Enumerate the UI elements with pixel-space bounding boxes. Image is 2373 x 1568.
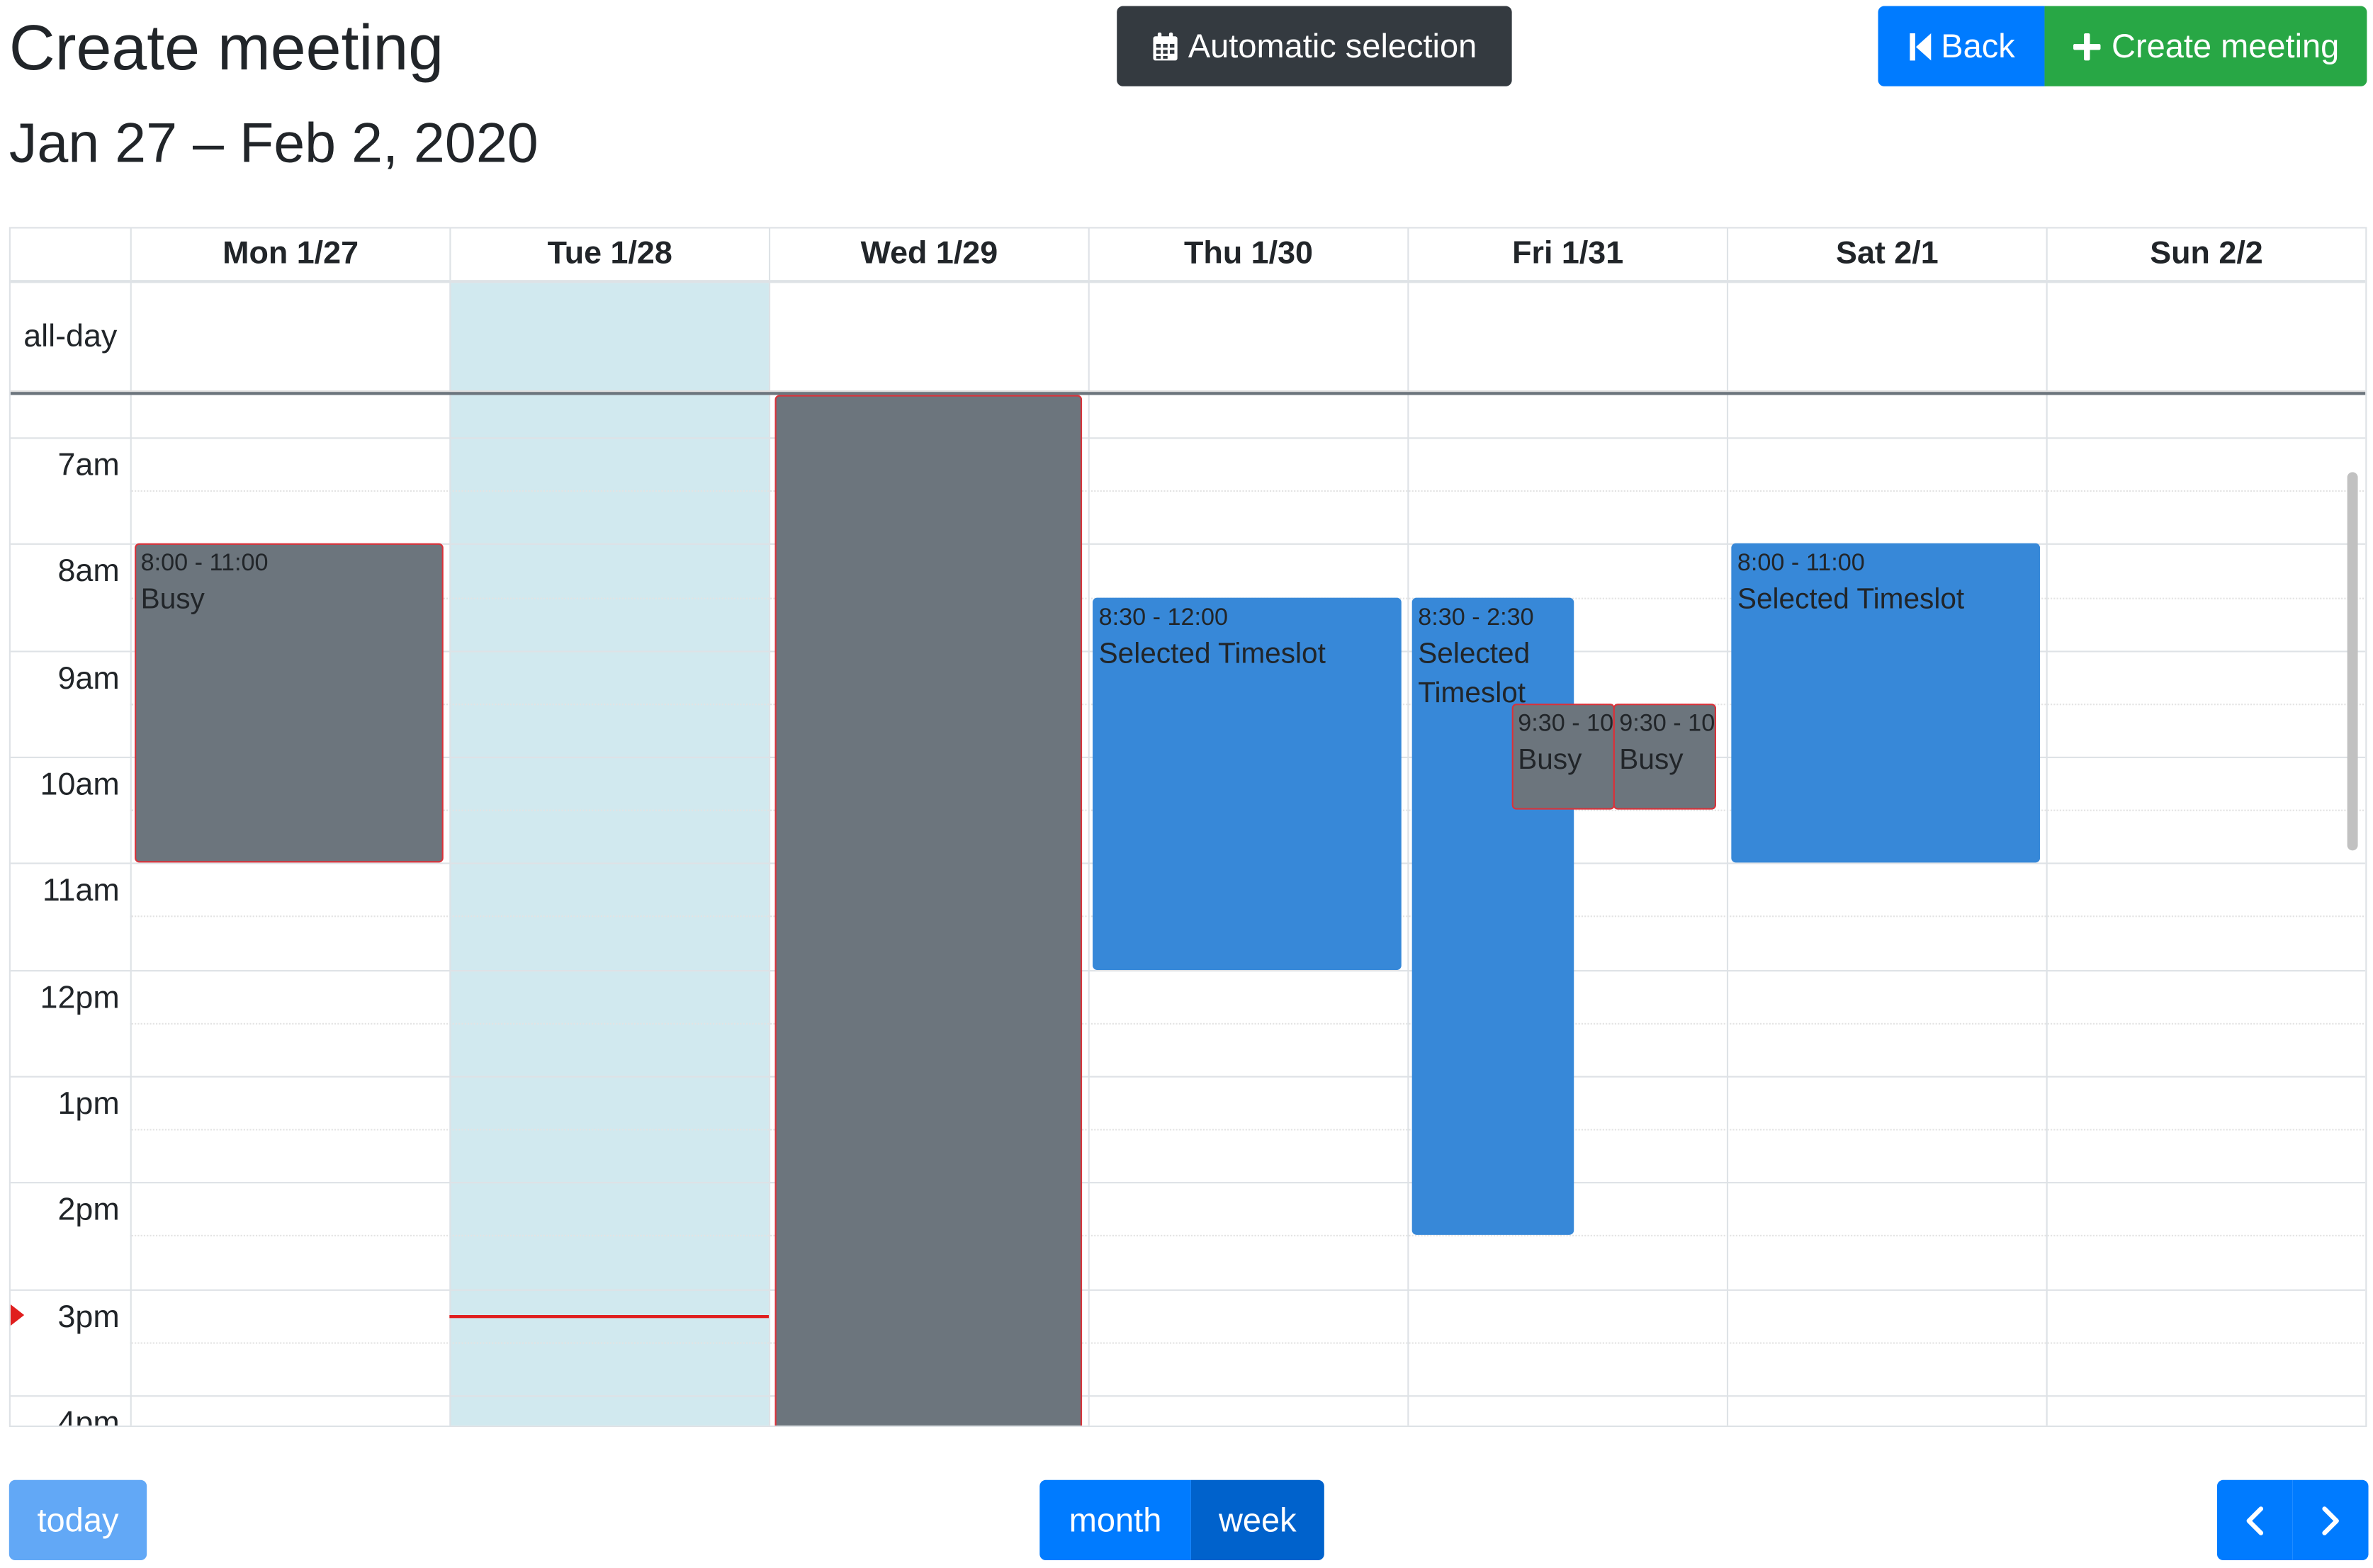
time-label: 9am <box>57 660 120 696</box>
page-title: Create meeting <box>9 12 444 84</box>
event-title: Selected Timeslot <box>1418 638 1531 709</box>
time-label: 11am <box>42 874 120 909</box>
time-label: 4pm <box>57 1405 120 1428</box>
day-column-line <box>1407 395 1409 1426</box>
hour-line <box>10 969 2366 971</box>
step-backward-icon <box>1907 31 1932 62</box>
prev-week-button[interactable] <box>2216 1479 2293 1561</box>
month-view-button[interactable]: month <box>1039 1479 1191 1561</box>
week-calendar: Mon 1/27 Tue 1/28 Wed 1/29 Thu 1/30 Fri 1/31… <box>9 227 2367 1428</box>
allday-cell[interactable] <box>1726 283 2046 391</box>
event-title: Busy <box>1619 744 1684 777</box>
busy-event[interactable] <box>774 395 1083 1426</box>
day-column-line <box>768 395 771 1426</box>
half-hour-line <box>130 490 2366 492</box>
day-header: Sun 2/2 <box>2046 228 2366 281</box>
time-label: 2pm <box>57 1192 120 1228</box>
busy-event[interactable]: 9:30 - 10 Busy <box>1613 703 1716 810</box>
half-hour-line <box>130 1129 2366 1131</box>
event-title: Busy <box>1518 744 1582 777</box>
day-column-line <box>1088 395 1090 1426</box>
day-header: Fri 1/31 <box>1407 228 1727 281</box>
hour-line <box>10 437 2366 439</box>
today-column <box>449 395 769 1426</box>
selected-timeslot-event[interactable]: 8:30 - 12:00 Selected Timeslot <box>1093 597 1402 970</box>
allday-cell[interactable] <box>130 283 450 391</box>
allday-cell[interactable] <box>449 283 769 391</box>
now-indicator-line <box>449 1315 769 1319</box>
time-label: 10am <box>40 767 120 803</box>
chevron-right-icon <box>2320 1505 2341 1535</box>
chevron-left-icon <box>2244 1505 2265 1535</box>
week-view-button[interactable]: week <box>1190 1479 1324 1561</box>
event-title: Busy <box>140 585 205 617</box>
back-label: Back <box>1941 26 2015 64</box>
calendar-icon <box>1152 31 1179 62</box>
create-meeting-button[interactable]: Create meeting <box>2044 6 2367 86</box>
day-column-line <box>2046 395 2048 1426</box>
allday-cell[interactable] <box>1407 283 1727 391</box>
hour-line <box>10 1182 2366 1184</box>
back-button[interactable]: Back <box>1878 6 2045 86</box>
time-label: 1pm <box>57 1086 120 1122</box>
event-time: 8:30 - 2:30 <box>1418 604 1534 631</box>
event-time: 9:30 - 10 <box>1518 711 1614 737</box>
today-button[interactable]: today <box>9 1479 147 1561</box>
allday-cell[interactable] <box>768 283 1088 391</box>
allday-label: all-day <box>23 319 118 354</box>
day-header: Mon 1/27 <box>130 228 450 281</box>
half-hour-line <box>130 1341 2366 1343</box>
now-indicator-arrow <box>10 1304 25 1326</box>
allday-cell[interactable] <box>1088 283 1408 391</box>
event-time: 8:00 - 11:00 <box>140 551 269 577</box>
day-column-line <box>1726 395 1729 1426</box>
day-column-line <box>130 395 132 1426</box>
day-header-row: Mon 1/27 Tue 1/28 Wed 1/29 Thu 1/30 Fri 1/31… <box>10 228 2366 283</box>
half-hour-line <box>130 1235 2366 1237</box>
day-column-line <box>449 395 451 1426</box>
hour-line <box>10 1288 2366 1290</box>
create-meeting-label: Create meeting <box>2112 26 2340 64</box>
busy-event[interactable]: 8:00 - 11:00 Busy <box>135 543 444 864</box>
selected-timeslot-event[interactable]: 8:00 - 11:00 Selected Timeslot <box>1731 543 2041 864</box>
time-label: 7am <box>57 448 120 483</box>
busy-event[interactable]: 9:30 - 10 Busy <box>1511 703 1615 810</box>
selected-timeslot-event[interactable]: 8:30 - 2:30 Selected Timeslot <box>1411 597 1574 1236</box>
event-time: 8:00 - 11:00 <box>1737 551 1865 577</box>
day-header: Thu 1/30 <box>1088 228 1408 281</box>
half-hour-line <box>130 1022 2366 1025</box>
hour-line <box>10 1394 2366 1397</box>
plus-icon <box>2073 31 2103 62</box>
time-label: 8am <box>57 554 120 590</box>
day-header: Tue 1/28 <box>449 228 769 281</box>
day-header: Wed 1/29 <box>768 228 1088 281</box>
date-range-title: Jan 27 – Feb 2, 2020 <box>9 112 539 174</box>
next-week-button[interactable] <box>2292 1479 2369 1561</box>
time-label: 3pm <box>57 1299 120 1334</box>
calendar-scrollbar[interactable] <box>2347 472 2358 851</box>
time-grid[interactable]: 7am 8am 9am 10am 11am 12pm 1pm 2pm 3pm 4pm 8:00 - … <box>10 395 2366 1428</box>
allday-row: all-day <box>10 283 2366 393</box>
automatic-selection-label: Automatic selection <box>1188 26 1477 64</box>
event-title: Selected Timeslot <box>1098 638 1326 670</box>
event-time: 9:30 - 10 <box>1619 711 1715 737</box>
automatic-selection-button[interactable]: Automatic selection <box>1117 6 1512 86</box>
hour-line <box>10 1076 2366 1078</box>
allday-cell[interactable] <box>2046 283 2366 391</box>
event-title: Selected Timeslot <box>1737 585 1965 617</box>
day-header: Sat 2/1 <box>1726 228 2046 281</box>
time-label: 12pm <box>40 980 120 1015</box>
event-time: 8:30 - 12:00 <box>1098 604 1229 631</box>
